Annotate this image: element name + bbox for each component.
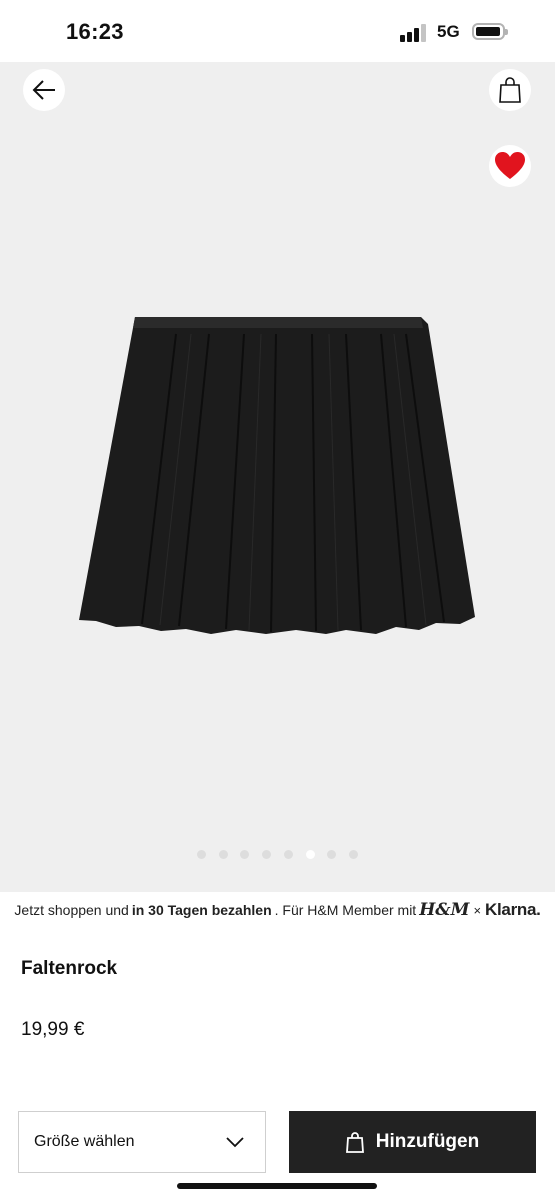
- gallery-dot[interactable]: [197, 850, 206, 859]
- battery-icon: [472, 23, 508, 40]
- shopping-bag-button[interactable]: [489, 69, 531, 111]
- product-price: 19,99 €: [21, 1019, 85, 1040]
- size-select[interactable]: Größe wählen: [18, 1111, 266, 1173]
- chevron-down-icon: [226, 1137, 244, 1148]
- banner-highlight: in 30 Tagen bezahlen: [131, 902, 272, 918]
- gallery-dot[interactable]: [218, 850, 228, 859]
- status-bar: 16:23 5G: [0, 0, 555, 62]
- favorite-button[interactable]: [489, 145, 531, 187]
- klarna-logo: Klarna.: [485, 900, 541, 919]
- gallery-dot[interactable]: [348, 850, 358, 859]
- size-select-label: Größe wählen: [34, 1133, 135, 1150]
- gallery-dot[interactable]: [327, 850, 337, 859]
- arrow-left-icon: [32, 80, 55, 100]
- network-type: 5G: [437, 22, 460, 41]
- heart-icon: [495, 152, 525, 179]
- signal-icon: [400, 24, 428, 42]
- product-title: Faltenrock: [21, 958, 118, 979]
- banner-text: Jetzt shoppen und: [14, 902, 129, 918]
- product-image: [79, 317, 475, 634]
- add-to-cart-button[interactable]: Hinzufügen: [289, 1111, 536, 1173]
- shopping-bag-icon: [499, 77, 521, 103]
- hm-logo: H&M: [419, 900, 470, 920]
- gallery-dot[interactable]: [283, 850, 293, 859]
- gallery-dot[interactable]: [240, 850, 250, 859]
- klarna-banner: Jetzt shoppen und in 30 Tagen bezahlen .…: [0, 892, 555, 928]
- banner-text-2: . Für H&M Member mit: [274, 902, 417, 918]
- product-image-gallery[interactable]: [0, 62, 555, 892]
- gallery-dot[interactable]: [262, 850, 272, 859]
- shopping-bag-icon: [345, 1132, 364, 1153]
- home-indicator[interactable]: [177, 1183, 377, 1189]
- gallery-dot[interactable]: [305, 850, 315, 859]
- add-to-cart-label: Hinzufügen: [375, 1131, 480, 1152]
- back-button[interactable]: [23, 69, 65, 111]
- status-time: 16:23: [66, 19, 124, 44]
- times-symbol: ×: [473, 902, 482, 918]
